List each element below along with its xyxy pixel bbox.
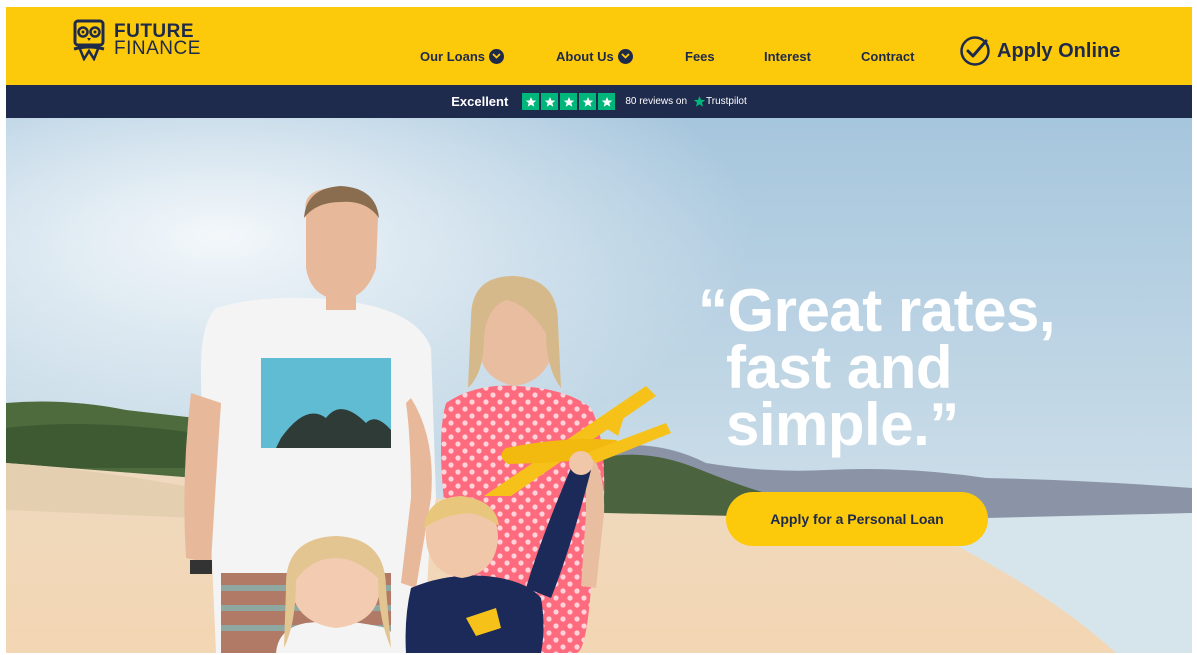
apply-personal-loan-button[interactable]: Apply for a Personal Loan (726, 492, 988, 546)
nav-our-loans-label: Our Loans (420, 48, 486, 64)
nav-our-loans[interactable]: Our Loans (420, 45, 505, 67)
trustpilot-bar[interactable]: Excellent 80 reviews on Trustpilot (6, 85, 1192, 118)
apply-personal-loan-label: Apply for a Personal Loan (770, 511, 944, 527)
trust-rating-word: Excellent (451, 94, 509, 109)
trust-review-count: 80 reviews on (625, 96, 688, 107)
trustpilot-star-icon (693, 96, 706, 107)
site-header: FUTURE FINANCE Our Loans About Us Fees I… (6, 7, 1192, 85)
apply-online-button[interactable]: Apply Online (959, 35, 1120, 67)
page-frame: FUTURE FINANCE Our Loans About Us Fees I… (6, 7, 1192, 653)
nav-contract[interactable]: Contract (861, 45, 914, 67)
star-icon (522, 93, 540, 110)
check-circle-icon (960, 36, 990, 66)
trustpilot-brand-label: Trustpilot (706, 96, 747, 107)
nav-interest-label: Interest (764, 48, 811, 64)
nav-fees[interactable]: Fees (685, 45, 715, 67)
nav-contract-label: Contract (861, 48, 915, 64)
chevron-down-icon (489, 48, 505, 64)
hero-quote-line1: “Great rates, (698, 277, 1056, 344)
hero-section: “Great rates, fast and simple.” Apply fo… (6, 118, 1192, 653)
nav-about-us[interactable]: About Us (556, 45, 633, 67)
trustpilot-brand: Trustpilot (693, 95, 747, 108)
star-icon (541, 93, 559, 110)
nav-fees-label: Fees (685, 48, 715, 64)
nav-interest[interactable]: Interest (764, 45, 811, 67)
hero-quote-line2: fast and (726, 334, 953, 401)
hero-quote-line3: simple.” (726, 391, 959, 458)
star-icon (579, 93, 597, 110)
star-icon (598, 93, 616, 110)
star-icon (560, 93, 578, 110)
chevron-down-icon (617, 48, 633, 64)
hero-quote: “Great rates, fast and simple.” (698, 277, 1056, 458)
nav-about-us-label: About Us (556, 48, 614, 64)
trust-stars (522, 93, 616, 110)
apply-online-label: Apply Online (997, 39, 1121, 62)
